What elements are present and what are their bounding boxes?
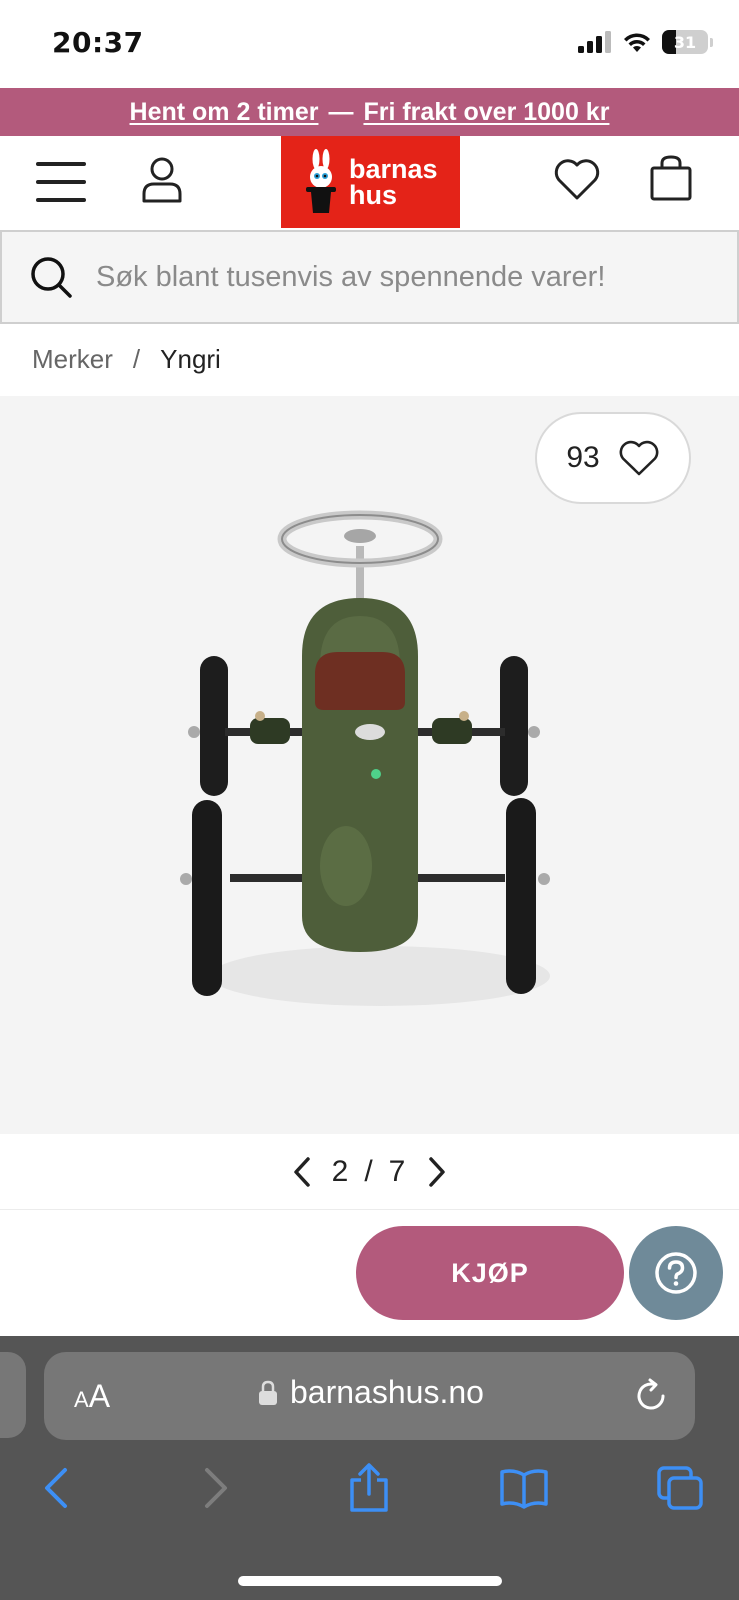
tabs-button[interactable] xyxy=(652,1460,708,1516)
url-text: barnashus.no xyxy=(290,1374,484,1410)
share-button[interactable] xyxy=(341,1460,397,1516)
hamburger-icon xyxy=(36,162,86,166)
tabs-icon xyxy=(657,1466,703,1510)
product-gallery[interactable]: 93 xyxy=(0,396,739,1134)
reader-settings-button[interactable]: AA xyxy=(74,1378,110,1415)
chevron-left-icon xyxy=(293,1156,310,1187)
status-bar: 20:37 31 xyxy=(0,0,739,88)
share-icon xyxy=(350,1463,388,1512)
search-icon[interactable] xyxy=(28,254,74,300)
status-time: 20:37 xyxy=(52,26,144,59)
product-image-ride-on-car xyxy=(180,510,550,1006)
browser-toolbar xyxy=(0,1460,739,1530)
url-display[interactable]: barnashus.no xyxy=(258,1374,484,1411)
pager-total: 7 xyxy=(388,1154,408,1188)
site-logo[interactable]: barnas hus xyxy=(281,136,460,228)
pickup-link[interactable]: Hent om 2 timer xyxy=(130,98,319,127)
breadcrumb-link-merker[interactable]: Merker xyxy=(32,344,113,375)
address-bar[interactable]: AA barnashus.no xyxy=(44,1352,695,1440)
heart-icon xyxy=(619,440,659,476)
search-input[interactable] xyxy=(96,260,716,294)
lock-icon xyxy=(259,1380,277,1405)
prev-image-button[interactable] xyxy=(286,1154,318,1190)
wishlist-heart-icon[interactable] xyxy=(553,156,601,202)
like-button[interactable]: 93 xyxy=(535,412,691,504)
status-icons: 31 xyxy=(578,30,713,54)
signal-icon xyxy=(578,31,611,53)
back-button[interactable] xyxy=(28,1460,84,1516)
wifi-icon xyxy=(624,33,650,52)
forward-chevron-icon xyxy=(205,1468,227,1508)
site-header: barnas hus xyxy=(0,136,739,228)
bookmarks-button[interactable] xyxy=(496,1460,552,1516)
promo-separator: — xyxy=(328,97,354,126)
home-indicator xyxy=(238,1576,502,1586)
pager-separator: / xyxy=(364,1154,375,1188)
like-count: 93 xyxy=(566,441,600,474)
back-chevron-icon xyxy=(45,1468,67,1508)
browser-bar: AA barnashus.no xyxy=(0,1336,739,1600)
menu-button[interactable] xyxy=(36,162,86,202)
reload-icon[interactable] xyxy=(631,1376,671,1416)
breadcrumb-current: Yngri xyxy=(160,344,221,374)
battery-level: 31 xyxy=(673,32,697,52)
next-image-button[interactable] xyxy=(421,1154,453,1190)
shipping-link[interactable]: Fri frakt over 1000 kr xyxy=(363,98,609,127)
chevron-right-icon xyxy=(429,1156,446,1187)
promo-bar: Hent om 2 timer — Fri frakt over 1000 kr xyxy=(0,88,739,136)
logo-text: barnas hus xyxy=(349,154,438,210)
pager-current: 2 xyxy=(331,1154,351,1188)
rabbit-hat-icon xyxy=(306,149,336,213)
search-bar xyxy=(0,230,739,324)
breadcrumb: Merker / Yngri xyxy=(32,344,221,375)
help-question-icon xyxy=(655,1252,697,1294)
shopping-bag-icon[interactable] xyxy=(649,154,693,202)
battery-icon: 31 xyxy=(662,30,708,54)
image-pager: 2 / 7 xyxy=(0,1134,739,1210)
book-icon xyxy=(500,1469,548,1509)
forward-button[interactable] xyxy=(188,1460,244,1516)
account-icon[interactable] xyxy=(140,156,184,204)
buy-button[interactable]: KJØP xyxy=(356,1226,624,1320)
previous-tab-peek[interactable] xyxy=(0,1352,26,1438)
breadcrumb-separator: / xyxy=(132,344,141,374)
help-button[interactable] xyxy=(629,1226,723,1320)
